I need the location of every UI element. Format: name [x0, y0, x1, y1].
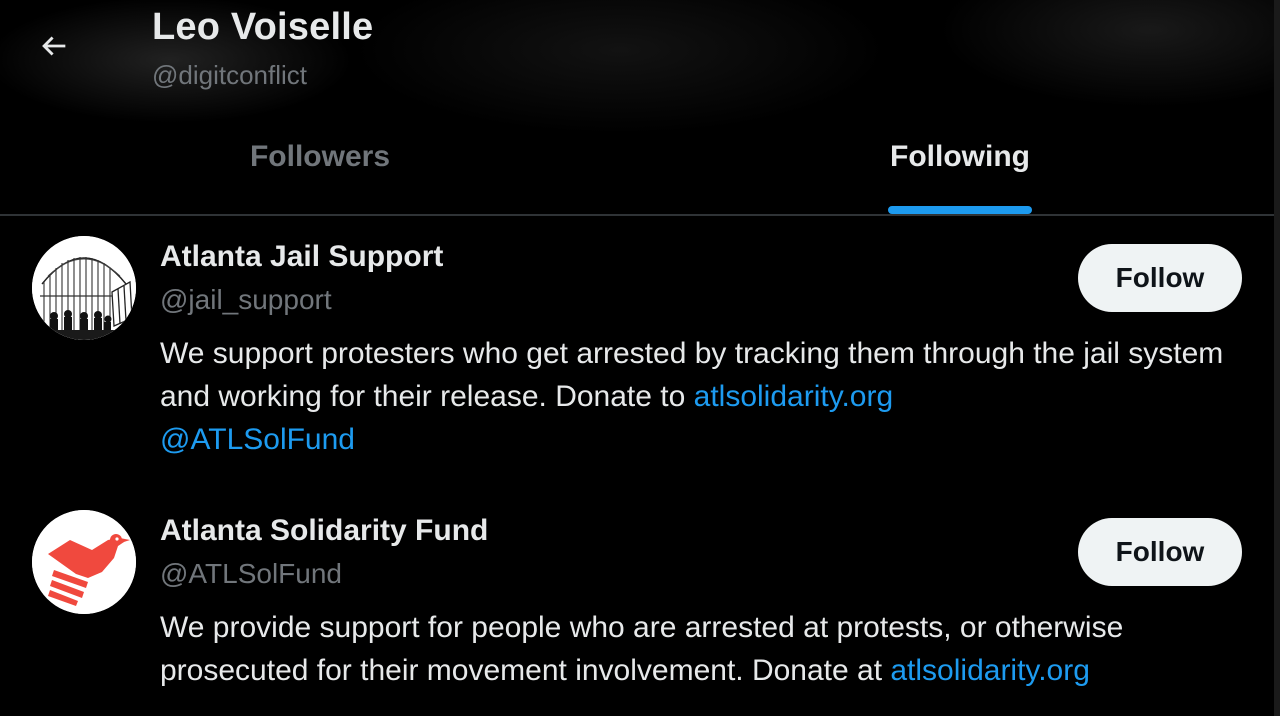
user-bio: We provide support for people who are ar… — [160, 606, 1230, 692]
tab-label: Followers — [249, 140, 391, 173]
avatar[interactable] — [32, 510, 136, 614]
arrow-left-icon — [42, 36, 66, 56]
profile-header: Leo Voiselle @digitconflict — [0, 0, 1280, 140]
user-cell[interactable]: Atlanta Solidarity Fund @ATLSolFund Foll… — [0, 490, 1274, 716]
user-cell[interactable]: Atlanta Jail Support @jail_support Follo… — [0, 216, 1274, 490]
user-name[interactable]: Atlanta Solidarity Fund — [160, 514, 488, 548]
user-handle[interactable]: @ATLSolFund — [160, 558, 342, 590]
tab-followers[interactable]: Followers — [0, 120, 640, 216]
bio-link[interactable]: atlsolidarity.org — [890, 654, 1090, 687]
follow-button[interactable]: Follow — [1078, 244, 1242, 312]
profile-name: Leo Voiselle — [152, 6, 374, 48]
bio-text: We support protesters who get arrested b… — [160, 337, 1224, 413]
active-tab-indicator — [888, 206, 1032, 214]
tab-following[interactable]: Following — [640, 120, 1280, 216]
avatar[interactable] — [32, 236, 136, 340]
user-name[interactable]: Atlanta Jail Support — [160, 240, 443, 274]
following-list: Atlanta Jail Support @jail_support Follo… — [0, 216, 1274, 716]
bio-link[interactable]: atlsolidarity.org — [694, 380, 894, 413]
page: Leo Voiselle @digitconflict Followers Fo… — [0, 0, 1280, 716]
scrollbar-track[interactable] — [1274, 0, 1280, 716]
user-handle[interactable]: @jail_support — [160, 284, 332, 316]
birdcage-avatar — [32, 236, 136, 340]
follow-button[interactable]: Follow — [1078, 518, 1242, 586]
bio-mention-link[interactable]: @ATLSolFund — [160, 423, 355, 456]
bird-hand-logo-avatar — [32, 510, 136, 614]
back-button[interactable] — [30, 22, 78, 70]
profile-handle: @digitconflict — [152, 60, 308, 90]
user-bio: We support protesters who get arrested b… — [160, 332, 1230, 461]
tab-bar: Followers Following — [0, 120, 1280, 216]
tab-label: Following — [890, 140, 1030, 173]
